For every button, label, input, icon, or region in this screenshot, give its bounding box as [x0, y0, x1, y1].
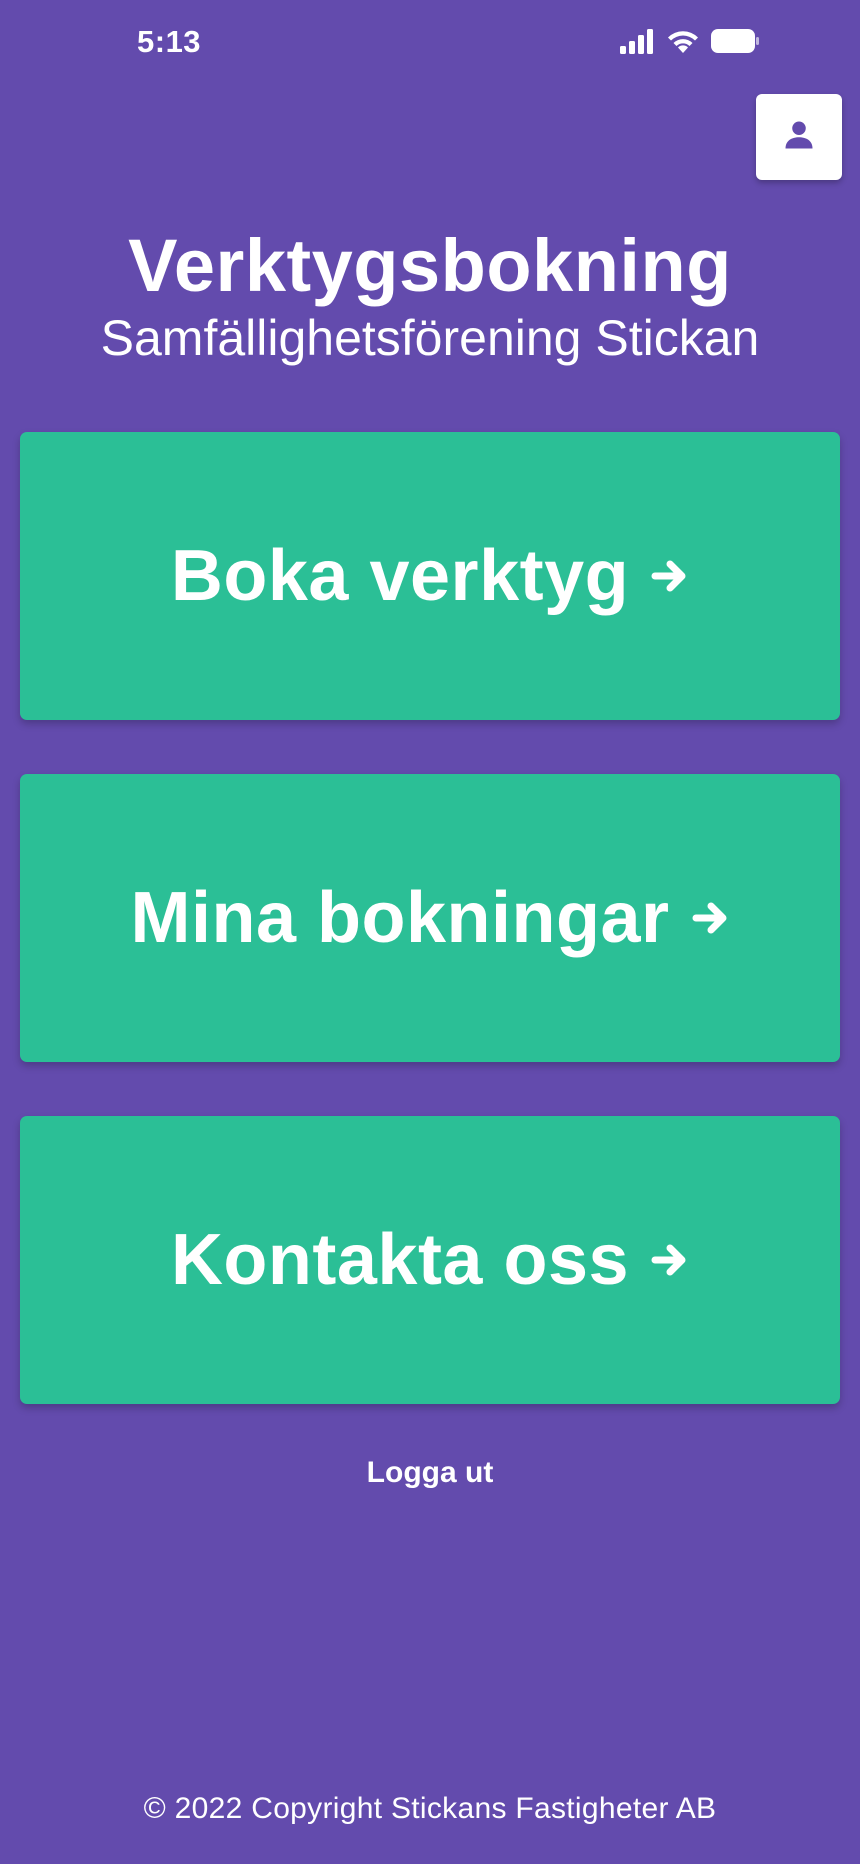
- footer-copyright: © 2022 Copyright Stickans Fastigheter AB: [143, 1792, 717, 1825]
- contact-us-label: Kontakta oss: [170, 1220, 630, 1300]
- battery-icon: [710, 28, 760, 59]
- status-bar: 5:13: [0, 0, 860, 90]
- app-title: Verktygsbokning: [128, 224, 732, 307]
- wifi-icon: [666, 28, 700, 59]
- my-bookings-label: Mina bokningar: [130, 878, 670, 958]
- logout-link[interactable]: Logga ut: [0, 1456, 860, 1490]
- arrow-right-icon: [651, 556, 689, 596]
- profile-button[interactable]: [756, 94, 842, 180]
- app-subtitle: Samfällighetsförening Stickan: [100, 310, 760, 366]
- arrow-right-icon: [692, 898, 730, 938]
- person-icon: [781, 117, 817, 158]
- header: Verktygsbokning Samfällighetsförening St…: [0, 224, 860, 368]
- book-tools-label: Boka verktyg: [170, 536, 630, 616]
- book-tools-button[interactable]: Boka verktyg: [20, 432, 840, 720]
- status-time: 5:13: [137, 24, 202, 59]
- my-bookings-button[interactable]: Mina bokningar: [20, 774, 840, 1062]
- cellular-signal-icon: [620, 28, 656, 59]
- arrow-right-icon: [651, 1240, 689, 1280]
- status-icons: [620, 28, 760, 59]
- contact-us-button[interactable]: Kontakta oss: [20, 1116, 840, 1404]
